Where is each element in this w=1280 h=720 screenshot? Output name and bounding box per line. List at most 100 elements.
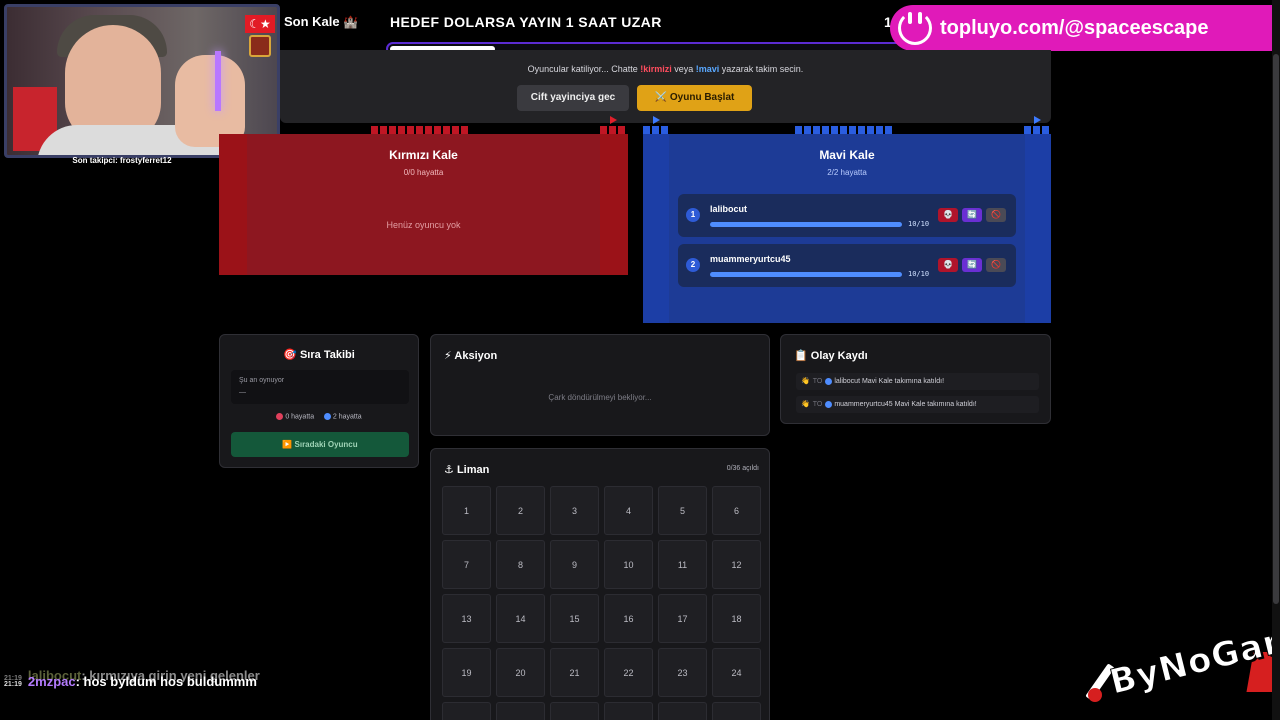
header-bar: Son Kale 🏰 HEDEF DOLARSA YAYIN 1 SAAT UZ… — [284, 12, 924, 36]
target-icon: 🎯 — [283, 349, 297, 361]
port-cell[interactable]: 10 — [604, 540, 653, 589]
blue-alive-stat: 2 hayatta — [332, 413, 362, 421]
scrollbar-thumb[interactable] — [1273, 54, 1279, 604]
port-cell[interactable]: 7 — [442, 540, 491, 589]
port-cell[interactable]: 13 — [442, 594, 491, 643]
event-log-label: Olay Kaydı — [810, 350, 868, 362]
log-entry: 👋 TO muammeryurtcu45 Mavi Kale takımına ka… — [796, 396, 1039, 413]
status-panel: Oyuncular katiliyor... Chatte !kirmizi v… — [280, 50, 1051, 123]
chat-text: : hos byldum hos buldummm — [75, 674, 257, 689]
swap-team-button[interactable]: 🔄 — [962, 258, 982, 272]
log-entry: 👋 TO lalibocut Mavi Kale takımına katıldı! — [796, 373, 1039, 390]
action-panel: ⚡ Aksiyon Çark döndürülmeyi bekliyor... — [430, 334, 770, 436]
player-rank: 1 — [686, 208, 700, 222]
log-time: TO — [812, 378, 823, 385]
turn-tracker-title: 🎯 Sıra Takibi — [220, 348, 418, 361]
blue-command: !mavi — [695, 64, 720, 74]
event-log-title: 📋 Olay Kaydı — [794, 349, 868, 362]
next-player-button[interactable]: ▶️ Sıradaki Oyuncu — [231, 432, 409, 457]
port-panel: ⚓ Liman 0/36 açıldı 1 2 3 4 5 6 7 8 9 10 11 12 13 14 1… — [430, 448, 770, 720]
switch-dual-streamer-button[interactable]: Cift yayinciya gec — [517, 85, 629, 111]
player-hp-fill — [710, 272, 902, 277]
port-cell[interactable]: 12 — [712, 540, 761, 589]
port-cell[interactable]: 18 — [712, 594, 761, 643]
red-castle-empty: Henüz oyuncu yok — [386, 220, 461, 230]
start-game-button[interactable]: ⚔️ Oyunu Başlat — [637, 85, 752, 111]
player-row: 1 lalibocut 10/10 💀 🔄 🚫 — [678, 194, 1016, 237]
channel-logo: ByNoGam — [1074, 617, 1280, 720]
player-hp-text: 10/10 — [908, 220, 930, 228]
blue-castle-name: Mavi Kale — [819, 148, 875, 162]
kill-player-button[interactable]: 💀 — [938, 258, 958, 272]
port-cell[interactable]: 1 — [442, 486, 491, 535]
port-cell[interactable]: 15 — [550, 594, 599, 643]
now-playing-label: Şu an oynuyor — [239, 377, 285, 384]
wave-icon: 👋 — [801, 401, 810, 408]
blue-dot-icon — [825, 400, 833, 408]
red-castle-alive: 0/0 hayatta — [403, 168, 444, 177]
blue-castle-alive: 2/2 hayatta — [827, 168, 867, 177]
clipboard-icon: 📋 — [794, 350, 808, 362]
red-flag-icon — [610, 116, 617, 124]
port-cell[interactable]: 3 — [550, 486, 599, 535]
turn-tracker-panel: 🎯 Sıra Takibi Şu an oynuyor — 0 hayatta … — [219, 334, 419, 468]
chat-message: 21:19 2mzpac: hos byldum hos buldummm — [4, 674, 257, 689]
port-cell[interactable] — [496, 702, 545, 720]
turkey-flag-icon: ☾★ — [245, 15, 275, 33]
port-cell[interactable] — [658, 702, 707, 720]
port-cell[interactable]: 8 — [496, 540, 545, 589]
player-hp-text: 10/10 — [908, 270, 930, 278]
port-cell[interactable] — [550, 702, 599, 720]
port-cell[interactable]: 4 — [604, 486, 653, 535]
blue-flag-icon — [653, 116, 660, 124]
red-castle-merlons — [371, 126, 468, 134]
port-cell[interactable]: 24 — [712, 648, 761, 697]
port-cell[interactable]: 23 — [658, 648, 707, 697]
anchor-icon: ⚓ — [444, 464, 454, 476]
port-cell[interactable] — [712, 702, 761, 720]
port-cell[interactable]: 9 — [550, 540, 599, 589]
blue-flag-icon — [1034, 116, 1041, 124]
page-scrollbar[interactable] — [1272, 0, 1280, 720]
remove-player-button[interactable]: 🚫 — [986, 258, 1006, 272]
red-castle-tower-merlons — [600, 126, 625, 134]
promo-url: topluyo.com/@spaceescape — [940, 16, 1209, 39]
kill-player-button[interactable]: 💀 — [938, 208, 958, 222]
blue-castle-left-merlons — [643, 126, 668, 134]
son-kale-title: Son Kale 🏰 — [284, 14, 358, 29]
port-cell[interactable]: 14 — [496, 594, 545, 643]
port-cell[interactable] — [604, 702, 653, 720]
port-cell[interactable] — [442, 702, 491, 720]
wave-icon: 👋 — [801, 378, 810, 385]
port-cell[interactable]: 16 — [604, 594, 653, 643]
port-cell[interactable]: 19 — [442, 648, 491, 697]
now-playing-value: — — [239, 389, 246, 396]
red-alive-stat: 0 hayatta — [285, 413, 315, 421]
promo-banner: topluyo.com/@spaceescape — [890, 5, 1280, 51]
player-hp-fill — [710, 222, 902, 227]
port-opened-count: 0/36 açıldı — [726, 465, 759, 472]
red-command: !kirmizi — [640, 64, 672, 74]
port-cell[interactable]: 20 — [496, 648, 545, 697]
port-cell[interactable]: 22 — [604, 648, 653, 697]
action-title: ⚡ Aksiyon — [444, 349, 497, 362]
port-cell[interactable]: 21 — [550, 648, 599, 697]
status-text: Oyuncular katiliyor... Chatte !kirmizi v… — [280, 64, 1051, 74]
port-grid: 1 2 3 4 5 6 7 8 9 10 11 12 13 14 15 16 17 18 19 20 21 22 23 24 — [442, 486, 761, 720]
webcam-neon-light — [215, 51, 221, 111]
lightning-icon: ⚡ — [444, 350, 452, 362]
action-waiting-text: Çark döndürülmeyi bekliyor... — [548, 393, 652, 402]
port-cell[interactable]: 11 — [658, 540, 707, 589]
remove-player-button[interactable]: 🚫 — [986, 208, 1006, 222]
chat-time: 21:19 — [4, 681, 22, 688]
swap-team-button[interactable]: 🔄 — [962, 208, 982, 222]
port-cell[interactable]: 17 — [658, 594, 707, 643]
port-cell[interactable]: 5 — [658, 486, 707, 535]
red-castle: Kırmızı Kale 0/0 hayatta Henüz oyuncu yo… — [219, 116, 628, 275]
log-time: TO — [812, 401, 823, 408]
port-cell[interactable]: 6 — [712, 486, 761, 535]
port-cell[interactable]: 2 — [496, 486, 545, 535]
blue-castle-tower-merlons — [1024, 126, 1049, 134]
blue-castle: Mavi Kale 2/2 hayatta 1 lalibocut 10/10 … — [643, 116, 1051, 323]
topluyo-logo-icon — [898, 11, 932, 45]
